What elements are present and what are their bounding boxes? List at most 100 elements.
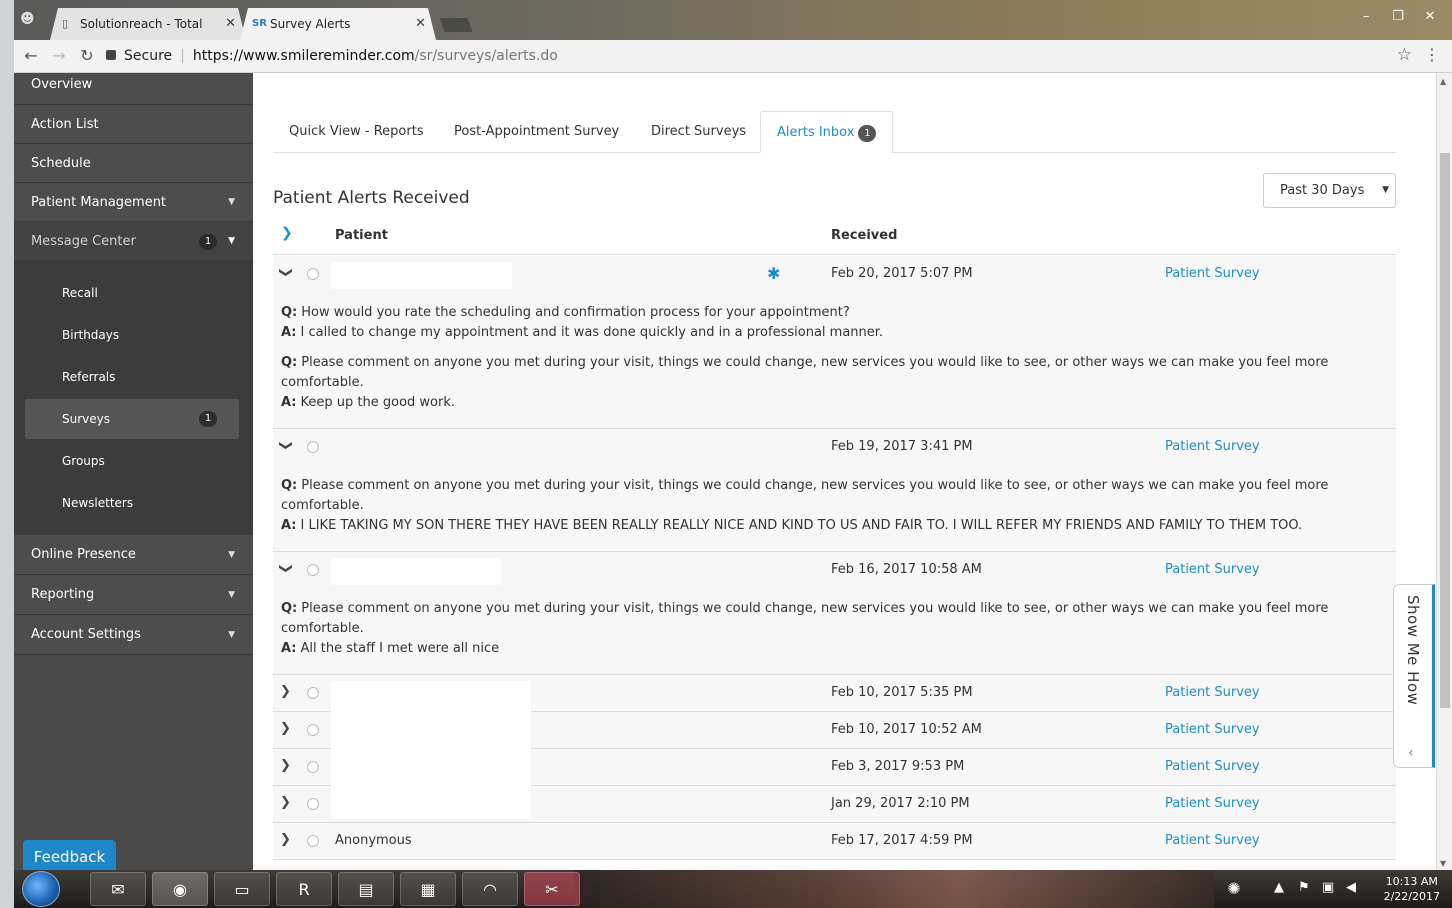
expand-chevron-icon[interactable]: ❯ bbox=[280, 684, 291, 699]
alert-row[interactable]: ❯ ✱ Feb 20, 2017 5:07 PM Patient Survey bbox=[273, 256, 1396, 293]
alert-item-collapsed[interactable]: ❯ Anonymous Feb 17, 2017 4:59 PM Patient… bbox=[273, 823, 1396, 860]
sidebar-item-account-settings[interactable]: Account Settings ▼ bbox=[14, 615, 253, 655]
read-status-radio[interactable] bbox=[307, 268, 319, 280]
feedback-button[interactable]: Feedback bbox=[23, 840, 116, 870]
sidebar-item-surveys[interactable]: Surveys 1 bbox=[25, 399, 239, 439]
alert-row[interactable]: ❯ Anonymous Feb 17, 2017 4:59 PM Patient… bbox=[273, 823, 1396, 860]
browser-tab-solutionreach[interactable]: ▯ Solutionreach - Total Pat ✕ bbox=[50, 8, 246, 40]
sidebar-item-message-center[interactable]: Message Center 1 ▼ bbox=[14, 222, 253, 261]
patient-survey-link[interactable]: Patient Survey bbox=[1165, 266, 1260, 281]
tab-alerts-inbox[interactable]: Alerts Inbox 1 bbox=[760, 111, 894, 153]
alert-row[interactable]: ❯ Feb 16, 2017 10:58 AM Patient Survey bbox=[273, 552, 1396, 589]
file-explorer-icon[interactable]: ▭ bbox=[214, 872, 270, 906]
expand-all-chevron-icon[interactable]: ❯ bbox=[281, 225, 293, 241]
tray-expand-icon[interactable]: ▲ bbox=[1274, 880, 1284, 895]
calculator-icon[interactable]: ▦ bbox=[400, 872, 456, 906]
patient-survey-link[interactable]: Patient Survey bbox=[1165, 685, 1260, 700]
expand-chevron-icon[interactable]: ❯ bbox=[280, 795, 291, 810]
close-icon[interactable]: ✕ bbox=[415, 8, 426, 40]
tab-direct-surveys[interactable]: Direct Surveys bbox=[635, 111, 762, 153]
read-status-radio[interactable] bbox=[307, 724, 319, 736]
alert-row[interactable]: ❯ Jan 29, 2017 2:10 PM Patient Survey bbox=[273, 786, 1396, 823]
question-prefix: Q: bbox=[281, 305, 298, 320]
tab-post-appointment-survey[interactable]: Post-Appointment Survey bbox=[438, 111, 635, 153]
expand-chevron-icon[interactable]: ❯ bbox=[280, 832, 291, 847]
read-status-radio[interactable] bbox=[307, 835, 319, 847]
patient-survey-link[interactable]: Patient Survey bbox=[1165, 562, 1260, 577]
collapse-chevron-icon[interactable]: ❯ bbox=[278, 563, 293, 574]
patient-survey-link[interactable]: Patient Survey bbox=[1165, 439, 1260, 454]
expand-chevron-icon[interactable]: ❯ bbox=[280, 758, 291, 773]
patient-survey-link[interactable]: Patient Survey bbox=[1165, 722, 1260, 737]
alert-row[interactable]: ❯ Feb 3, 2017 9:53 PM Patient Survey bbox=[273, 749, 1396, 786]
bookmark-star-icon[interactable]: ☆ bbox=[1397, 45, 1412, 65]
date-range-select[interactable]: Past 30 Days ▼ bbox=[1263, 173, 1396, 208]
app-tray-icon[interactable]: ✺ bbox=[1214, 872, 1254, 906]
system-clock[interactable]: 10:13 AM 2/22/2017 bbox=[1384, 874, 1440, 904]
snipping-tool-icon[interactable]: ✂ bbox=[524, 872, 580, 906]
sidebar-item-schedule[interactable]: Schedule bbox=[14, 144, 253, 183]
app-arc-icon[interactable]: ◠ bbox=[462, 872, 518, 906]
sidebar-item-label: Reporting bbox=[31, 587, 95, 602]
sidebar-item-action-list[interactable]: Action List bbox=[14, 105, 253, 144]
browser-tab-survey-alerts[interactable]: SR Survey Alerts ✕ bbox=[240, 8, 436, 40]
kebab-menu-icon[interactable]: ⋮ bbox=[1424, 45, 1440, 64]
patient-name-redacted bbox=[331, 558, 501, 585]
url-input[interactable]: Secure | https://www.smilereminder.com/sr/… bbox=[106, 44, 1406, 69]
restore-icon[interactable]: ❐ bbox=[1384, 8, 1412, 26]
windows-start-icon[interactable] bbox=[22, 871, 60, 907]
app-r-icon[interactable]: R bbox=[276, 872, 332, 906]
sidebar-item-groups[interactable]: Groups bbox=[25, 441, 239, 481]
incognito-profile-icon[interactable]: ☻ bbox=[20, 12, 38, 26]
sidebar-item-online-presence[interactable]: Online Presence ▼ bbox=[14, 535, 253, 575]
read-status-radio[interactable] bbox=[307, 564, 319, 576]
tab-quick-view-reports[interactable]: Quick View - Reports bbox=[273, 111, 440, 153]
sidebar-item-recall[interactable]: Recall bbox=[25, 273, 239, 313]
scroll-up-icon[interactable]: ▲ bbox=[1440, 77, 1446, 86]
close-icon[interactable]: ✕ bbox=[225, 8, 236, 40]
sidebar-item-overview[interactable]: Overview bbox=[14, 73, 253, 105]
read-status-radio[interactable] bbox=[307, 441, 319, 453]
patient-survey-link[interactable]: Patient Survey bbox=[1165, 796, 1260, 811]
thunderbird-icon[interactable]: ✉ bbox=[90, 872, 146, 906]
chevron-left-icon[interactable]: ‹ bbox=[1408, 745, 1414, 761]
sidebar-item-newsletters[interactable]: Newsletters bbox=[25, 483, 239, 523]
network-icon[interactable]: ▣ bbox=[1322, 880, 1334, 895]
alert-item-collapsed[interactable]: ❯ Jan 29, 2017 2:10 PM Patient Survey bbox=[273, 786, 1396, 823]
reload-icon[interactable]: ↻ bbox=[76, 45, 98, 67]
sidebar-item-reporting[interactable]: Reporting ▼ bbox=[14, 575, 253, 615]
action-center-flag-icon[interactable]: ⚑ bbox=[1298, 880, 1310, 895]
minimize-icon[interactable]: – bbox=[1352, 8, 1380, 26]
scroll-down-icon[interactable]: ▼ bbox=[1440, 859, 1446, 868]
scrollbar-thumb[interactable] bbox=[1440, 153, 1450, 708]
volume-icon[interactable]: ◀ bbox=[1346, 880, 1356, 895]
sidebar-item-referrals[interactable]: Referrals bbox=[25, 357, 239, 397]
collapse-chevron-icon[interactable]: ❯ bbox=[278, 267, 293, 278]
alert-item-collapsed[interactable]: ❯ Feb 10, 2017 10:52 AM Patient Survey bbox=[273, 712, 1396, 749]
forward-arrow-icon[interactable]: → bbox=[48, 45, 70, 67]
alert-row[interactable]: ❯ Feb 19, 2017 3:41 PM Patient Survey bbox=[273, 429, 1396, 466]
sticky-notes-icon[interactable]: ▤ bbox=[338, 872, 394, 906]
question-prefix: Q: bbox=[281, 355, 298, 370]
patient-survey-link[interactable]: Patient Survey bbox=[1165, 759, 1260, 774]
new-tab-button[interactable] bbox=[439, 18, 473, 32]
read-status-radio[interactable] bbox=[307, 798, 319, 810]
page-scrollbar[interactable]: ▲ ▼ bbox=[1436, 73, 1452, 870]
close-window-icon[interactable]: ✕ bbox=[1416, 8, 1444, 26]
patient-survey-link[interactable]: Patient Survey bbox=[1165, 833, 1260, 848]
sidebar-item-patient-management[interactable]: Patient Management ▼ bbox=[14, 183, 253, 222]
show-me-how-panel[interactable]: Show Me How ‹ bbox=[1393, 584, 1435, 768]
read-status-radio[interactable] bbox=[307, 761, 319, 773]
patient-name-redacted bbox=[331, 262, 512, 289]
alert-item-collapsed[interactable]: ❯ Feb 3, 2017 9:53 PM Patient Survey bbox=[273, 749, 1396, 786]
alert-row[interactable]: ❯ Feb 10, 2017 5:35 PM Patient Survey bbox=[273, 675, 1396, 712]
alert-qa: Q: How would you rate the scheduling and … bbox=[273, 293, 1396, 413]
read-status-radio[interactable] bbox=[307, 687, 319, 699]
collapse-chevron-icon[interactable]: ❯ bbox=[278, 440, 293, 451]
back-arrow-icon[interactable]: ← bbox=[20, 45, 42, 67]
alert-row[interactable]: ❯ Feb 10, 2017 10:52 AM Patient Survey bbox=[273, 712, 1396, 749]
expand-chevron-icon[interactable]: ❯ bbox=[280, 721, 291, 736]
sidebar-item-birthdays[interactable]: Birthdays bbox=[25, 315, 239, 355]
chrome-icon[interactable]: ◉ bbox=[152, 872, 208, 906]
alert-item-collapsed[interactable]: ❯ Feb 10, 2017 5:35 PM Patient Survey bbox=[273, 675, 1396, 712]
